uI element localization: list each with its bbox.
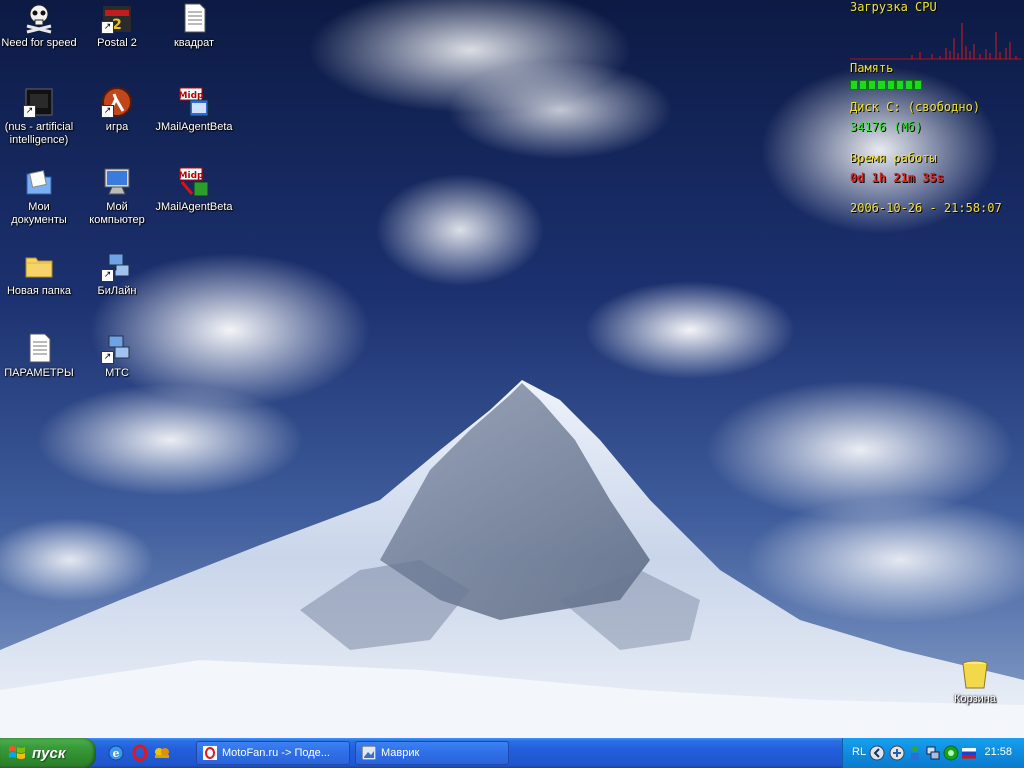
desktop-icon-label: JMailAgentBeta: [155, 121, 233, 133]
memory-label: Память: [850, 61, 894, 75]
network-connection-icon: ↗: [101, 250, 133, 282]
shortcut-arrow-icon: ↗: [23, 105, 36, 118]
desktop-icon-recycle-bin[interactable]: Корзина: [936, 658, 1014, 706]
desktop-icon-my-documents[interactable]: Мои документы: [0, 166, 78, 227]
russia-flag-icon[interactable]: [961, 745, 977, 761]
sync-icon[interactable]: [889, 745, 905, 761]
taskbar: пуск e MotoFan.ru -> Поде... Маврик RL 2…: [0, 738, 1024, 768]
desktop-icon-label: Мои документы: [11, 201, 67, 226]
desktop-icon-beeline[interactable]: ↗ БиЛайн: [78, 250, 156, 298]
folder-icon: [23, 250, 55, 282]
cpu-load-graph: [850, 23, 1022, 60]
messenger-icon[interactable]: [153, 744, 171, 762]
shortcut-arrow-icon: ↗: [101, 269, 114, 282]
desktop-icon-label: квадрат: [173, 37, 215, 49]
half-life-lambda-icon: ↗: [101, 86, 133, 118]
midp-app-icon: Midp: [178, 86, 210, 118]
opera-icon[interactable]: [131, 744, 149, 762]
desktop-icon-mts[interactable]: ↗ МТС: [78, 332, 156, 380]
taskbar-button-mavrik[interactable]: Маврик: [355, 741, 509, 765]
desktop-icon-new-folder[interactable]: Новая папка: [0, 250, 78, 298]
uptime-value: 0d 1h 21m 35s: [850, 171, 944, 185]
midp-app-icon: Midp: [178, 166, 210, 198]
desktop: Need for speed 2 ↗ Postal 2 квадрат ↗ (n…: [0, 0, 1024, 738]
system-tray: RL 21:58: [842, 738, 1024, 768]
task-label: Маврик: [381, 747, 420, 759]
my-documents-icon: [23, 166, 55, 198]
datetime-value: 2006-10-26 - 21:58:07: [850, 201, 1002, 215]
language-indicator[interactable]: RL: [852, 746, 866, 758]
person-icon[interactable]: [907, 745, 923, 761]
my-computer-icon: [101, 166, 133, 198]
desktop-icon-jmailagentbeta-1[interactable]: Midp JMailAgentBeta: [155, 86, 233, 134]
disk-c-free-value: 34176 (Мб): [850, 120, 923, 134]
picture-icon: [362, 746, 376, 760]
desktop-icon-igra[interactable]: ↗ игра: [78, 86, 156, 134]
notepad-document-icon: [178, 2, 210, 34]
svg-text:e: e: [113, 747, 120, 760]
disk-c-label: Диск С: (свободно): [850, 100, 981, 114]
desktop-icon-label: Мой компьютер: [89, 201, 145, 226]
desktop-icon-kvadrat[interactable]: квадрат: [155, 2, 233, 50]
chevron-left-icon[interactable]: [869, 745, 885, 761]
desktop-icon-jmailagentbeta-2[interactable]: Midp JMailAgentBeta: [155, 166, 233, 214]
green-circle-icon[interactable]: [943, 745, 959, 761]
notepad-document-icon: [23, 332, 55, 364]
shortcut-arrow-icon: ↗: [101, 21, 114, 34]
desktop-icon-label: БиЛайн: [97, 285, 137, 297]
shortcut-arrow-icon: ↗: [101, 105, 114, 118]
desktop-icon-label: ПАРАМЕТРЫ: [4, 367, 74, 379]
svg-text:Midp: Midp: [179, 171, 204, 181]
postal2-icon: 2 ↗: [101, 2, 133, 34]
desktop-icon-label: (nus - artificial intelligence): [4, 121, 74, 146]
desktop-icon-label: JMailAgentBeta: [155, 201, 233, 213]
desktop-icon-label: МТС: [105, 367, 129, 379]
task-label: MotoFan.ru -> Поде...: [222, 747, 330, 759]
skull-icon: [23, 2, 55, 34]
recycle-bin-icon: [959, 658, 991, 690]
network-icon[interactable]: [925, 745, 941, 761]
cpu-load-label: Загрузка CPU: [850, 0, 937, 14]
desktop-icon-label: Новая папка: [6, 285, 72, 297]
start-button[interactable]: пуск: [0, 738, 96, 768]
memory-usage-bar: [850, 80, 922, 90]
network-connection-icon: ↗: [101, 332, 133, 364]
desktop-icon-postal-2[interactable]: 2 ↗ Postal 2: [78, 2, 156, 50]
desktop-icon-need-for-speed[interactable]: Need for speed: [0, 2, 78, 50]
taskbar-button-motofan[interactable]: MotoFan.ru -> Поде...: [196, 741, 350, 765]
uptime-label: Время работы: [850, 151, 937, 165]
start-label: пуск: [32, 744, 66, 762]
desktop-icon-label: Postal 2: [97, 37, 137, 49]
windows-logo-icon: [9, 746, 25, 759]
internet-explorer-icon[interactable]: e: [107, 744, 125, 762]
desktop-icon-parametry[interactable]: ПАРАМЕТРЫ: [0, 332, 78, 380]
desktop-icon-label: Need for speed: [1, 37, 77, 49]
desktop-icon-label: Корзина: [954, 693, 996, 705]
shortcut-arrow-icon: ↗: [101, 351, 114, 364]
clock[interactable]: 21:58: [984, 746, 1012, 758]
desktop-icon-my-computer[interactable]: Мой компьютер: [78, 166, 156, 227]
nus-app-icon: ↗: [23, 86, 55, 118]
desktop-icon-nus[interactable]: ↗ (nus - artificial intelligence): [0, 86, 78, 147]
opera-icon: [203, 746, 217, 760]
desktop-icon-label: игра: [105, 121, 129, 133]
